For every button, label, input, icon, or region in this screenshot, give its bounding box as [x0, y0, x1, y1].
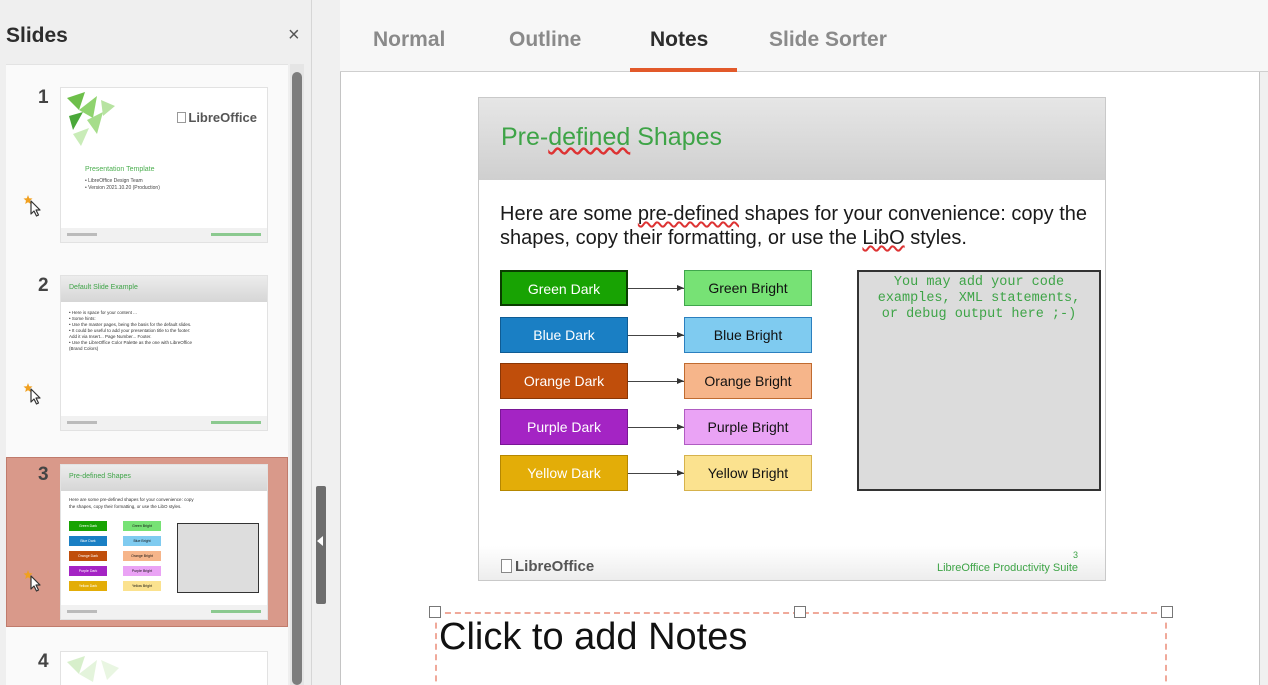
slide-preview[interactable]: Pre-defined Shapes Here are some pre-def… [478, 97, 1106, 581]
mini-shape: Blue Bright [123, 536, 161, 546]
notes-placeholder[interactable]: Click to add Notes [435, 612, 1167, 685]
right-edge [1260, 72, 1268, 685]
shape-orange-dark[interactable]: Orange Dark [500, 363, 628, 399]
slide-number: 3 [38, 464, 49, 485]
libreoffice-logo: LibreOffice [177, 110, 257, 125]
slide-2-title: Default Slide Example [69, 284, 138, 291]
leaves-graphic [67, 656, 119, 682]
connector-arrow[interactable] [628, 378, 684, 384]
slides-pane: Slides × 1 LibreOffice Presentation Temp… [0, 0, 312, 685]
slide-number: 1 [38, 87, 49, 108]
libreoffice-logo: LibreOffice [501, 558, 594, 575]
slide-1-footer [61, 228, 267, 242]
tab-slide-sorter[interactable]: Slide Sorter [769, 28, 887, 52]
shape-yellow-dark[interactable]: Yellow Dark [500, 455, 628, 491]
slide-number: 2 [38, 275, 49, 296]
slide-3-title: Pre-defined Shapes [69, 473, 131, 480]
connector-arrow[interactable] [628, 332, 684, 338]
slide-3-preview: Pre-defined Shapes Here are some pre-def… [60, 464, 268, 620]
shape-blue-bright[interactable]: Blue Bright [684, 317, 812, 353]
impress-window: Slides × 1 LibreOffice Presentation Temp… [0, 0, 1268, 685]
title-text: Pre- [501, 123, 549, 151]
pane-splitter[interactable] [312, 0, 340, 685]
slide-2-line: (Brand Colors) [69, 346, 99, 351]
close-icon[interactable]: × [288, 24, 300, 46]
slides-pane-title: Slides [6, 24, 68, 47]
mini-shape: Purple Dark [69, 566, 107, 576]
tab-normal[interactable]: Normal [373, 28, 445, 52]
shape-purple-dark[interactable]: Purple Dark [500, 409, 628, 445]
slide-body-text[interactable]: Here are some pre-defined shapes for you… [500, 202, 1100, 250]
body-text: styles. [904, 227, 967, 249]
custom-animation-icon [23, 570, 41, 592]
custom-animation-icon [23, 383, 41, 405]
mini-shape: Orange Dark [69, 551, 107, 561]
leaves-graphic [67, 92, 115, 146]
connector-arrow[interactable] [628, 424, 684, 430]
slide-3-line: Here are some pre-defined shapes for you… [69, 497, 194, 502]
slide-3-line: the shapes, copy their formatting, or us… [69, 504, 182, 509]
slides-scrollbar-thumb[interactable] [292, 72, 302, 685]
shape-yellow-bright[interactable]: Yellow Bright [684, 455, 812, 491]
slide-3-footer [61, 605, 267, 619]
resize-handle[interactable] [794, 606, 806, 618]
slide-1-line: • Version 2021.10.20 (Production) [85, 185, 160, 191]
mini-shape: Yellow Bright [123, 581, 161, 591]
mini-shape: Yellow Dark [69, 581, 107, 591]
mini-code-box [177, 523, 259, 593]
slide-number: 4 [38, 651, 49, 672]
mini-shape: Green Bright [123, 521, 161, 531]
slide-footer: LibreOffice 3 LibreOffice Productivity S… [479, 546, 1105, 580]
slide-number-field: 3 [1072, 550, 1078, 560]
slide-4-preview [60, 651, 268, 685]
view-tabs: Normal Outline Notes Slide Sorter [340, 0, 1268, 72]
connector-arrow[interactable] [628, 285, 684, 291]
custom-animation-icon [23, 195, 41, 217]
mini-shape: Purple Bright [123, 566, 161, 576]
misspelled-word: LibO [862, 227, 905, 249]
shape-green-bright[interactable]: Green Bright [684, 270, 812, 306]
notes-view-workspace[interactable]: Pre-defined Shapes Here are some pre-def… [340, 72, 1260, 685]
resize-handle[interactable] [1161, 606, 1173, 618]
mini-shape: Orange Bright [123, 551, 161, 561]
connector-arrow[interactable] [628, 470, 684, 476]
slide-thumbnail-3[interactable]: 3 Pre-defined Shapes Here are some pre-d… [6, 457, 288, 627]
chevron-left-icon [317, 536, 323, 546]
mini-shape: Blue Dark [69, 536, 107, 546]
misspelled-word: defined [548, 123, 631, 151]
code-text-box[interactable]: You may add your code examples, XML stat… [857, 270, 1101, 491]
mini-shape: Green Dark [69, 521, 107, 531]
tab-notes[interactable]: Notes [650, 28, 708, 52]
shape-green-dark[interactable]: Green Dark [500, 270, 628, 306]
notes-placeholder-text: Click to add Notes [439, 616, 748, 658]
shape-purple-bright[interactable]: Purple Bright [684, 409, 812, 445]
tab-outline[interactable]: Outline [509, 28, 581, 52]
shape-orange-bright[interactable]: Orange Bright [684, 363, 812, 399]
misspelled-word: pre-defined [637, 203, 740, 225]
slide-2-preview: Default Slide Example • Here is space fo… [60, 275, 268, 431]
body-text: Here are some [500, 203, 638, 225]
slides-list[interactable]: 1 LibreOffice Presentation Template • Li… [6, 64, 288, 685]
slide-2-footer [61, 416, 267, 430]
slide-title[interactable]: Pre-defined Shapes [501, 123, 722, 152]
resize-handle[interactable] [429, 606, 441, 618]
slide-1-line: • LibreOffice Design Team [85, 178, 143, 184]
title-text: Shapes [630, 123, 723, 151]
slide-thumbnail-2[interactable]: 2 Default Slide Example • Here is space … [6, 255, 288, 445]
slide-thumbnail-4[interactable]: 4 [6, 639, 288, 685]
footer-text: LibreOffice Productivity Suite [936, 562, 1078, 574]
slide-1-preview: LibreOffice Presentation Template • Libr… [60, 87, 268, 243]
slide-thumbnail-1[interactable]: 1 LibreOffice Presentation Template • Li… [6, 65, 288, 255]
slide-1-title: Presentation Template [85, 166, 155, 173]
shape-blue-dark[interactable]: Blue Dark [500, 317, 628, 353]
